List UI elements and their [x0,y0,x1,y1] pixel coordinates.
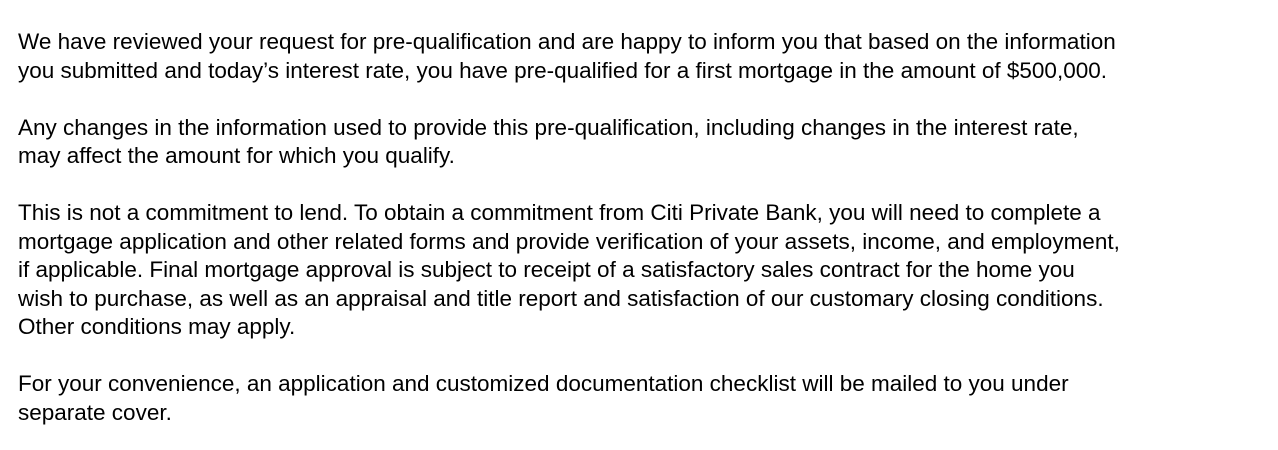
text-line: We have reviewed your request for pre-qu… [18,29,1116,54]
text-line: Any changes in the information used to p… [18,114,1079,140]
prequalification-paragraph: We have reviewed your request for pre-qu… [18,28,1268,85]
changes-paragraph: Any changes in the information used to p… [18,114,1268,171]
text-line: may affect the amount for which you qual… [18,143,455,168]
convenience-paragraph: For your convenience, an application and… [18,370,1268,427]
text-line: you submitted and today’s interest rate,… [18,57,1107,83]
commitment-paragraph: This is not a commitment to lend. To obt… [18,199,1268,342]
text-line: wish to purchase, as well as an appraisa… [18,285,1104,311]
text-line: This is not a commitment to lend. To obt… [18,200,1101,225]
text-line: separate cover. [18,399,172,425]
text-line: Other conditions may apply. [18,314,296,339]
letter-body: We have reviewed your request for pre-qu… [18,28,1268,427]
text-line: For your convenience, an application and… [18,371,1069,396]
text-line: if applicable. Final mortgage approval i… [18,257,1075,282]
text-line: mortgage application and other related f… [18,228,1120,254]
